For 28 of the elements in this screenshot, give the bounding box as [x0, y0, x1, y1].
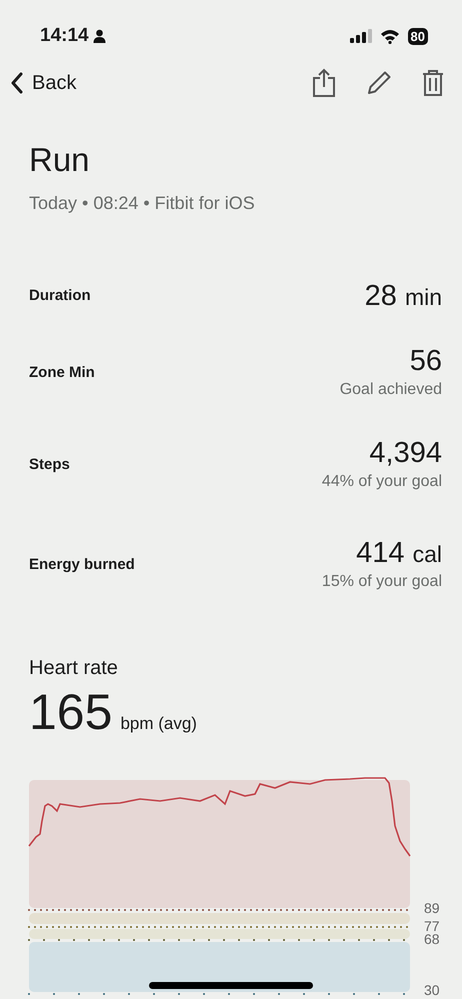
activity-title: Run — [29, 142, 91, 178]
heart-rate-value: 165 — [29, 687, 112, 738]
stat-note: 44% of your goal — [322, 472, 442, 492]
stat-label: Steps — [29, 455, 70, 476]
stat-note: 15% of your goal — [322, 572, 442, 592]
back-button[interactable]: Back — [10, 68, 76, 98]
stat-label: Zone Min — [29, 363, 95, 384]
battery-indicator: 80 — [408, 28, 428, 44]
stat-value: 28 min — [364, 280, 442, 313]
status-time: 14:14 — [40, 24, 89, 48]
signal-icon — [350, 29, 372, 43]
edit-button[interactable] — [366, 70, 392, 96]
stat-value: 4,394 — [368, 436, 442, 470]
stat-label: Energy burned — [29, 555, 135, 576]
stat-value: 56 — [408, 344, 442, 378]
person-icon — [92, 29, 106, 43]
stat-note: Goal achieved — [340, 380, 442, 400]
share-button[interactable] — [312, 68, 336, 98]
section-title: Heart rate — [29, 656, 119, 682]
activity-meta: Today • 08:24 • Fitbit for iOS — [29, 192, 256, 216]
stat-label: Duration — [29, 286, 91, 306]
wifi-icon — [380, 28, 400, 44]
zone-label: 89 — [424, 900, 440, 916]
chevron-icon — [10, 72, 24, 94]
zone-label: 30 — [424, 982, 440, 998]
heart-rate-unit: bpm (avg) — [120, 713, 197, 736]
stat-value: 414 cal — [355, 536, 442, 570]
delete-button[interactable] — [422, 70, 444, 96]
